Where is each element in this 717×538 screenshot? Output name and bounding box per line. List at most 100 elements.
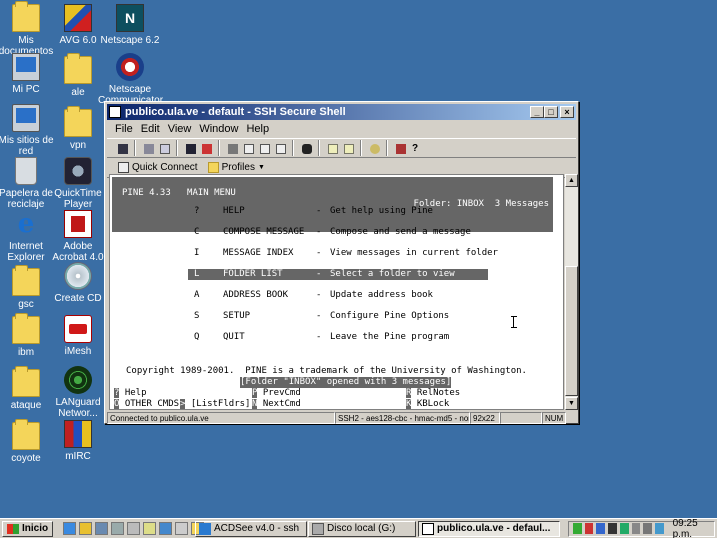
terminal-screen[interactable]: PINE 4.33 MAIN MENU Folder: INBOX 3 Mess… [109,174,564,410]
scroll-down-button[interactable]: ▼ [565,397,578,410]
media-icon[interactable] [159,522,173,535]
desktop-icon-languard[interactable]: LANguard Networ... [46,366,110,419]
window-titlebar[interactable]: publico.ula.ve - default - SSH Secure Sh… [107,104,576,120]
toolbar-separator [218,140,220,156]
desktop-icon-label: vpn [69,140,87,151]
pine-key-command[interactable]: N NextCmd [252,399,301,410]
calculator-icon[interactable] [127,522,141,535]
terminal-scrollbar[interactable]: ▲ ▼ [565,174,578,410]
desktop-icon-netscape[interactable]: N Netscape 6.2 [98,4,162,46]
task-disco-local[interactable]: Disco local (G:) [308,520,416,537]
menu-file[interactable]: File [111,123,137,135]
pine-menu-item[interactable]: C COMPOSE MESSAGE - Compose and send a mess… [188,227,488,238]
print-preview-button[interactable] [157,141,171,155]
menu-window[interactable]: Window [195,123,242,135]
acrobat-icon [64,210,92,238]
desktop-icon-label: mIRC [65,451,91,462]
desktop-icon-create-cd[interactable]: Create CD [46,262,110,304]
tray-app-icon[interactable] [596,523,606,534]
ssh-app-icon [109,106,121,118]
desktop-icon-label: LANguard Networ... [55,397,101,419]
pine-menu-key: ? [194,206,200,216]
profiles-dropdown[interactable]: Profiles ▼ [205,161,268,174]
tray-app-icon[interactable] [584,523,594,534]
ie-icon[interactable] [63,522,77,535]
quick-connect-button[interactable]: Quick Connect [115,161,201,174]
pine-copyright: Copyright 1989-2001. PINE is a trademark… [126,366,527,376]
pine-key-label: KBLock [416,399,450,409]
tray-app-icon[interactable] [608,523,617,534]
show-desktop-icon[interactable] [95,522,109,535]
pine-menu-item[interactable]: A ADDRESS BOOK - Update address book [188,290,488,301]
desktop-icon-netscape-communicator[interactable]: Netscape Communicator [98,53,163,106]
settings-icon[interactable] [143,522,157,535]
paste-button[interactable] [257,141,271,155]
tray-app-icon[interactable] [573,523,582,534]
desktop-icon-quicktime[interactable]: QuickTime Player [46,157,110,210]
desktop-icon-imesh[interactable]: iMesh [46,315,110,357]
pine-menu-name: FOLDER LIST [223,269,283,279]
pine-menu-dash: - [316,311,322,321]
pine-key-command[interactable]: ? Help [114,388,147,399]
profile-icon [344,144,354,154]
desktop-icon-acrobat[interactable]: Adobe Acrobat 4.0 [46,210,110,263]
pine-menu-item[interactable]: L FOLDER LIST - Select a folder to view [188,269,488,280]
computer-icon[interactable] [111,522,125,535]
pine-menu-item[interactable]: ? HELP - Get help using Pine [188,206,488,217]
ssh-app-icon [422,522,434,535]
pine-key-command[interactable]: K KBLock [406,399,449,410]
pine-menu-item[interactable]: Q QUIT - Leave the Pine program [188,332,488,343]
tray-app-icon[interactable] [619,523,629,534]
desktop-icon-mirc[interactable]: mIRC [46,420,110,462]
ssh-window[interactable]: publico.ula.ve - default - SSH Secure Sh… [104,101,579,424]
toolbar-separator [292,140,294,156]
menu-help[interactable]: Help [242,123,273,135]
new-terminal-button[interactable] [183,141,197,155]
outlook-icon[interactable] [79,522,93,535]
cut-button[interactable] [225,141,239,155]
start-button[interactable]: Inicio [2,520,54,537]
network-icon[interactable] [654,523,664,534]
volume-icon[interactable] [643,523,652,534]
copy-button[interactable] [241,141,255,155]
settings-button[interactable] [325,141,339,155]
search-icon[interactable] [175,522,189,535]
task-ssh[interactable]: publico.ula.ve - defaul... [418,520,560,537]
desktop-icon-vpn[interactable]: vpn [46,106,110,151]
minimize-button[interactable]: _ [530,106,544,118]
pine-key-label: OTHER CMDS [124,399,180,409]
status-size: 92x22 [470,412,500,424]
pine-menu-item[interactable]: S SETUP - Configure Pine Options [188,311,488,322]
scroll-up-button[interactable]: ▲ [565,174,578,187]
pine-menu-dash: - [316,290,322,300]
find-button[interactable] [299,141,313,155]
pine-key-command[interactable]: P PrevCmd [252,388,301,399]
save-button[interactable] [115,141,129,155]
task-acdsee[interactable]: ACDSee v4.0 - ssh [195,520,307,537]
help-topics-button[interactable] [393,141,407,155]
keys-button[interactable] [367,141,381,155]
close-button[interactable]: × [560,106,574,118]
desktop-icon-label: ibm [17,347,35,358]
pine-key-command[interactable]: O OTHER CMDS [114,399,179,410]
pine-header-left: PINE 4.33 MAIN MENU [122,188,236,198]
paste-special-button[interactable] [273,141,287,155]
menu-edit[interactable]: Edit [137,123,164,135]
pine-menu-dash: - [316,269,322,279]
pine-menu-item[interactable]: I MESSAGE INDEX - View messages in current … [188,248,498,259]
pine-menu-desc: Configure Pine Options [330,311,450,321]
maximize-button[interactable]: □ [544,106,558,118]
tray-app-icon[interactable] [631,523,641,534]
pine-key-command[interactable]: R RelNotes [406,388,460,399]
profiles-button[interactable] [341,141,355,155]
desktop-icon-label: Adobe Acrobat 4.0 [52,241,104,263]
context-help-button[interactable]: ? [409,141,423,155]
print-button[interactable] [141,141,155,155]
status-num: NUM [542,412,566,424]
scroll-thumb[interactable] [565,266,578,396]
ie-icon: e [17,209,35,239]
quick-connect-label: Quick Connect [132,162,198,173]
menu-view[interactable]: View [164,123,196,135]
pine-key-command[interactable]: > [ListFldrs] [180,399,250,410]
new-file-transfer-button[interactable] [199,141,213,155]
